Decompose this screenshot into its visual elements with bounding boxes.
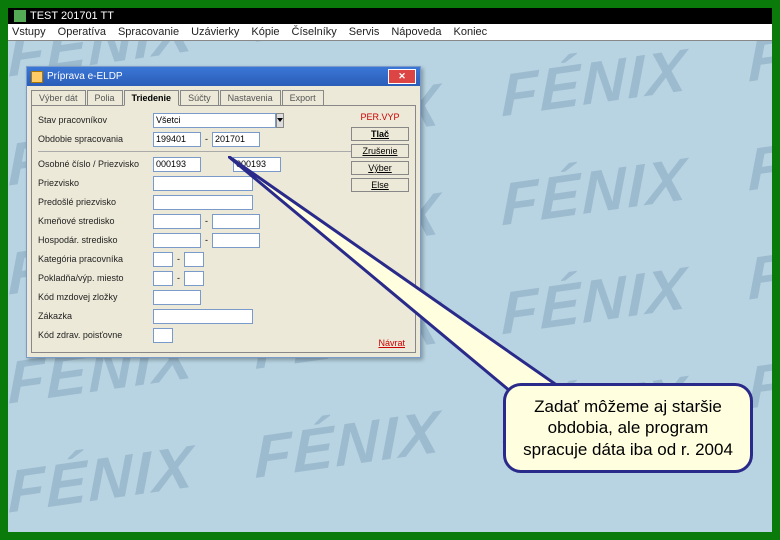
hosp-from-input[interactable]: [153, 233, 201, 248]
chevron-down-icon[interactable]: [276, 113, 284, 128]
hosp-label: Hospodár. stredisko: [38, 235, 153, 245]
dialog-tabs: Výber dát Polia Triedenie Súčty Nastaven…: [27, 86, 420, 105]
navrat-link[interactable]: Návrat: [378, 338, 405, 348]
oscis-from-input[interactable]: [153, 157, 201, 172]
zakazka-input[interactable]: [153, 309, 253, 324]
kodmzd-input[interactable]: [153, 290, 201, 305]
tab-polia[interactable]: Polia: [87, 90, 123, 105]
kateg-from-input[interactable]: [153, 252, 173, 267]
else-button[interactable]: Else: [351, 178, 409, 192]
dialog-titlebar: Príprava e-ELDP ✕: [27, 67, 420, 86]
callout-box: Zadať môžeme aj staršie obdobia, ale pro…: [503, 383, 753, 473]
vyber-button[interactable]: Výber: [351, 161, 409, 175]
dialog-icon: [31, 71, 43, 83]
stav-label: Stav pracovníkov: [38, 115, 153, 125]
kmen-from-input[interactable]: [153, 214, 201, 229]
obdobie-from-input[interactable]: [153, 132, 201, 147]
kateg-label: Kategória pracovníka: [38, 254, 153, 264]
kmen-label: Kmeňové stredisko: [38, 216, 153, 226]
dialog-priprava-eldp: Príprava e-ELDP ✕ Výber dát Polia Triede…: [26, 66, 421, 358]
dialog-body: PER.VYP Tlač Zrušenie Výber Else Stav pr…: [31, 105, 416, 353]
tab-sucty[interactable]: Súčty: [180, 90, 219, 105]
dialog-title: Príprava e-ELDP: [47, 71, 123, 82]
oscis-to-input[interactable]: [233, 157, 281, 172]
tab-nastavenia[interactable]: Nastavenia: [220, 90, 281, 105]
kateg-to-input[interactable]: [184, 252, 204, 267]
close-icon[interactable]: ✕: [388, 69, 416, 84]
main-window: TEST 201701 TT Vstupy Operatíva Spracova…: [8, 8, 772, 41]
tlac-button[interactable]: Tlač: [351, 127, 409, 141]
pokl-label: Pokladňa/výp. miesto: [38, 273, 153, 283]
pervyp-label: PER.VYP: [351, 112, 409, 122]
menu-uzavierky[interactable]: Uzávierky: [191, 26, 239, 38]
hosp-to-input[interactable]: [212, 233, 260, 248]
kodzp-input[interactable]: [153, 328, 173, 343]
stav-value[interactable]: [153, 113, 276, 128]
kodmzd-label: Kód mzdovej zložky: [38, 292, 153, 302]
oscis-label: Osobné číslo / Priezvisko: [38, 159, 153, 169]
side-buttons: PER.VYP Tlač Zrušenie Výber Else: [351, 112, 409, 192]
menu-spracovanie[interactable]: Spracovanie: [118, 26, 179, 38]
menu-napoveda[interactable]: Nápoveda: [391, 26, 441, 38]
tab-triedenie[interactable]: Triedenie: [124, 90, 180, 106]
tab-export[interactable]: Export: [282, 90, 324, 105]
priezvisko-input[interactable]: [153, 176, 253, 191]
app-title: TEST 201701 TT: [30, 10, 114, 22]
callout-text: Zadať môžeme aj staršie obdobia, ale pro…: [523, 397, 733, 459]
menu-koniec[interactable]: Koniec: [454, 26, 488, 38]
zakazka-label: Zákazka: [38, 311, 153, 321]
priezvisko-label: Priezvisko: [38, 178, 153, 188]
menu-vstupy[interactable]: Vstupy: [12, 26, 46, 38]
zrusenie-button[interactable]: Zrušenie: [351, 144, 409, 158]
menu-kopie[interactable]: Kópie: [251, 26, 279, 38]
menu-ciselniky[interactable]: Číselníky: [292, 26, 337, 38]
menu-servis[interactable]: Servis: [349, 26, 380, 38]
menu-bar: Vstupy Operatíva Spracovanie Uzávierky K…: [8, 24, 772, 40]
obdobie-to-input[interactable]: [212, 132, 260, 147]
tab-vyber-dat[interactable]: Výber dát: [31, 90, 86, 105]
obdobie-label: Obdobie spracovania: [38, 134, 153, 144]
title-bar: TEST 201701 TT: [8, 8, 772, 24]
predosle-label: Predošlé priezvisko: [38, 197, 153, 207]
app-icon: [14, 10, 26, 22]
stav-select[interactable]: [153, 113, 233, 128]
pokl-to-input[interactable]: [184, 271, 204, 286]
pokl-from-input[interactable]: [153, 271, 173, 286]
menu-operativa[interactable]: Operatíva: [58, 26, 106, 38]
kodzp-label: Kód zdrav. poisťovne: [38, 330, 153, 340]
kmen-to-input[interactable]: [212, 214, 260, 229]
predosle-input[interactable]: [153, 195, 253, 210]
